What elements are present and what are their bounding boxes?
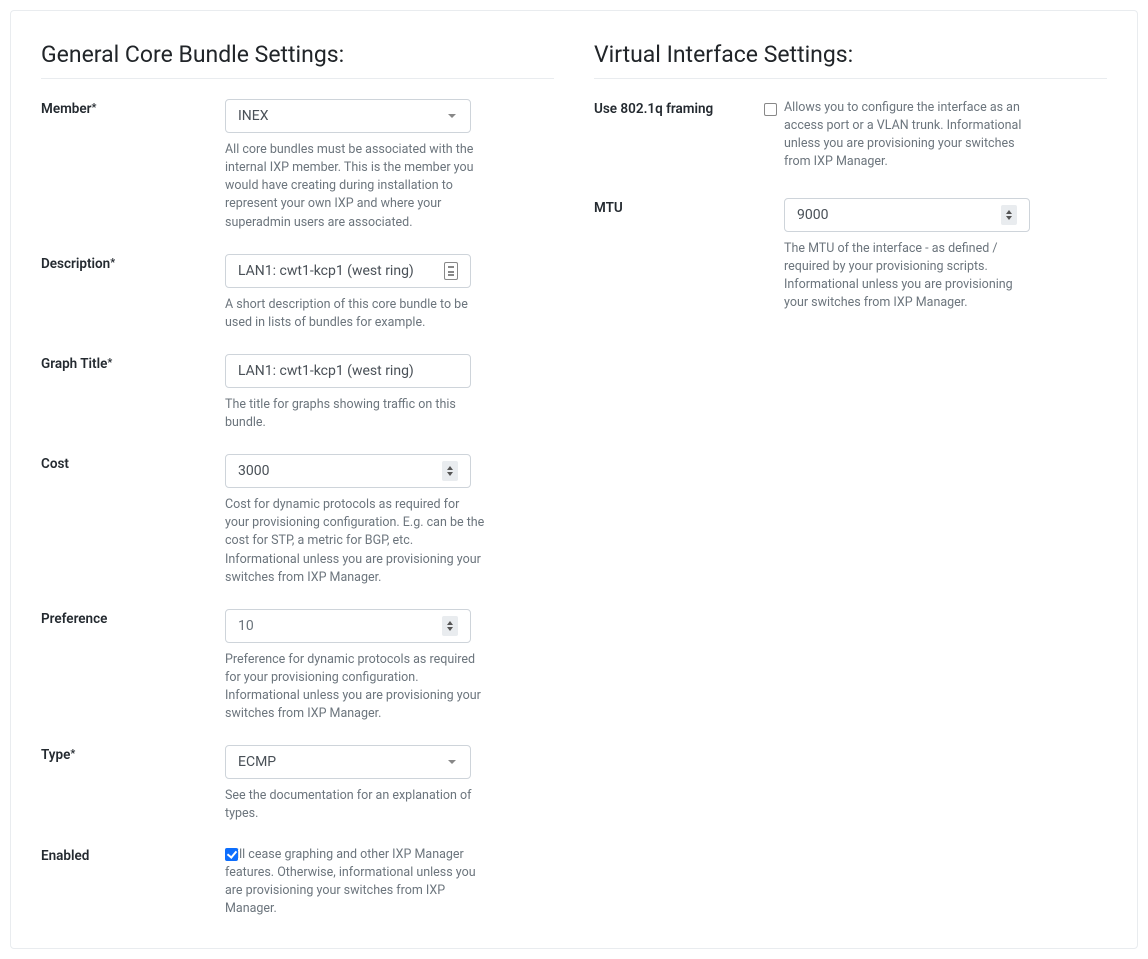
type-help: See the documentation for an explanation…	[225, 787, 485, 823]
type-label: Type*	[41, 745, 225, 763]
graph-title-row: Graph Title* LAN1: cwt1-kcp1 (west ring)…	[41, 354, 554, 432]
cost-value: 3000	[238, 463, 269, 479]
member-select-value: INEX	[238, 108, 269, 124]
description-row: Description* LAN1: cwt1-kcp1 (west ring)…	[41, 254, 554, 332]
cost-row: Cost 3000 Cost for dynamic protocols as …	[41, 454, 554, 587]
required-asterisk: *	[107, 356, 112, 369]
mtu-value: 9000	[797, 207, 828, 223]
graph-title-help: The title for graphs showing traffic on …	[225, 396, 485, 432]
member-select[interactable]: INEX	[225, 99, 471, 133]
required-asterisk: *	[110, 256, 115, 269]
virtual-interface-heading: Virtual Interface Settings:	[594, 41, 1107, 68]
required-asterisk: *	[70, 747, 75, 760]
graph-title-label: Graph Title*	[41, 354, 225, 372]
contacts-icon	[444, 262, 458, 280]
use8021q-label: Use 802.1q framing	[594, 99, 764, 117]
member-row: Member* INEX All core bundles must be as…	[41, 99, 554, 232]
enabled-row: Enabled Will cease graphing and other IX…	[41, 846, 554, 919]
use8021q-row: Use 802.1q framing Allows you to configu…	[594, 99, 1107, 172]
cost-help: Cost for dynamic protocols as required f…	[225, 496, 485, 587]
preference-row: Preference 10 Preference for dynamic pro…	[41, 609, 554, 724]
use8021q-checkbox[interactable]	[764, 103, 777, 116]
cost-label: Cost	[41, 454, 225, 472]
settings-card: General Core Bundle Settings: Member* IN…	[10, 10, 1138, 949]
graph-title-input[interactable]: LAN1: cwt1-kcp1 (west ring)	[225, 354, 471, 388]
mtu-help: The MTU of the interface - as defined / …	[784, 240, 1024, 313]
number-stepper-icon[interactable]	[442, 616, 458, 636]
enabled-label: Enabled	[41, 846, 225, 864]
number-stepper-icon[interactable]	[1001, 205, 1017, 225]
general-settings-heading: General Core Bundle Settings:	[41, 41, 554, 68]
general-settings-column: General Core Bundle Settings: Member* IN…	[41, 35, 554, 924]
use8021q-help: Allows you to configure the interface as…	[784, 99, 1024, 172]
member-label: Member*	[41, 99, 225, 117]
enabled-checkbox[interactable]	[225, 848, 238, 861]
mtu-input[interactable]: 9000	[784, 198, 1030, 232]
mtu-row: MTU 9000 The MTU of the interface - as d…	[594, 198, 1107, 313]
member-help: All core bundles must be associated with…	[225, 141, 485, 232]
description-label: Description*	[41, 254, 225, 272]
chevron-down-icon	[448, 114, 456, 118]
description-help: A short description of this core bundle …	[225, 296, 485, 332]
number-stepper-icon[interactable]	[442, 461, 458, 481]
preference-help: Preference for dynamic protocols as requ…	[225, 651, 485, 724]
preference-label: Preference	[41, 609, 225, 627]
description-value: LAN1: cwt1-kcp1 (west ring)	[238, 263, 414, 279]
virtual-interface-column: Virtual Interface Settings: Use 802.1q f…	[594, 35, 1107, 924]
enabled-help: Will cease graphing and other IXP Manage…	[225, 846, 485, 919]
graph-title-value: LAN1: cwt1-kcp1 (west ring)	[238, 363, 414, 379]
required-asterisk: *	[92, 101, 97, 114]
type-select-value: ECMP	[238, 754, 276, 770]
preference-placeholder: 10	[238, 618, 254, 634]
cost-input[interactable]: 3000	[225, 454, 471, 488]
virtual-divider	[594, 78, 1107, 79]
settings-columns: General Core Bundle Settings: Member* IN…	[41, 35, 1107, 924]
mtu-label: MTU	[594, 198, 764, 216]
general-divider	[41, 78, 554, 79]
type-row: Type* ECMP See the documentation for an …	[41, 745, 554, 823]
description-input[interactable]: LAN1: cwt1-kcp1 (west ring)	[225, 254, 471, 288]
chevron-down-icon	[448, 760, 456, 764]
type-select[interactable]: ECMP	[225, 745, 471, 779]
preference-input[interactable]: 10	[225, 609, 471, 643]
